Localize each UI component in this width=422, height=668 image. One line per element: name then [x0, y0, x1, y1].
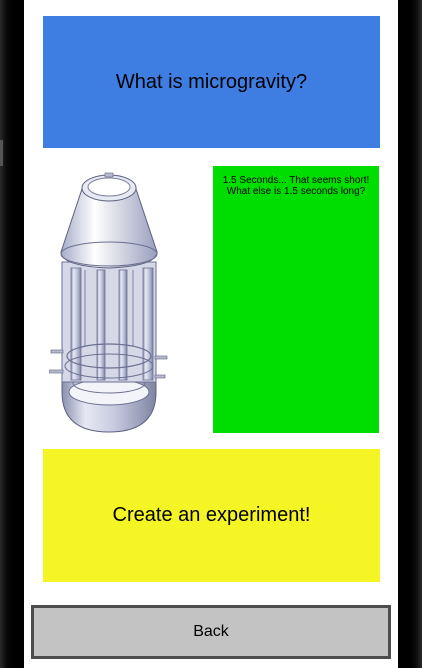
back-button-label: Back	[193, 623, 229, 640]
device-side-button	[0, 140, 3, 166]
microgravity-title-panel[interactable]: What is microgravity?	[43, 16, 380, 148]
info-line-2: What else is 1.5 seconds long?	[226, 186, 366, 197]
app-screen: What is microgravity? 1.5 Seconds... Tha…	[24, 0, 398, 668]
drop-capsule-image	[48, 170, 169, 436]
create-experiment-button[interactable]: Create an experiment!	[43, 449, 380, 582]
microgravity-title: What is microgravity?	[115, 70, 308, 93]
info-line-1: 1.5 Seconds... That seems short!	[222, 175, 370, 186]
create-experiment-label: Create an experiment!	[112, 504, 311, 526]
info-panel: 1.5 Seconds... That seems short! What el…	[213, 166, 379, 433]
back-button[interactable]: Back	[31, 605, 391, 659]
